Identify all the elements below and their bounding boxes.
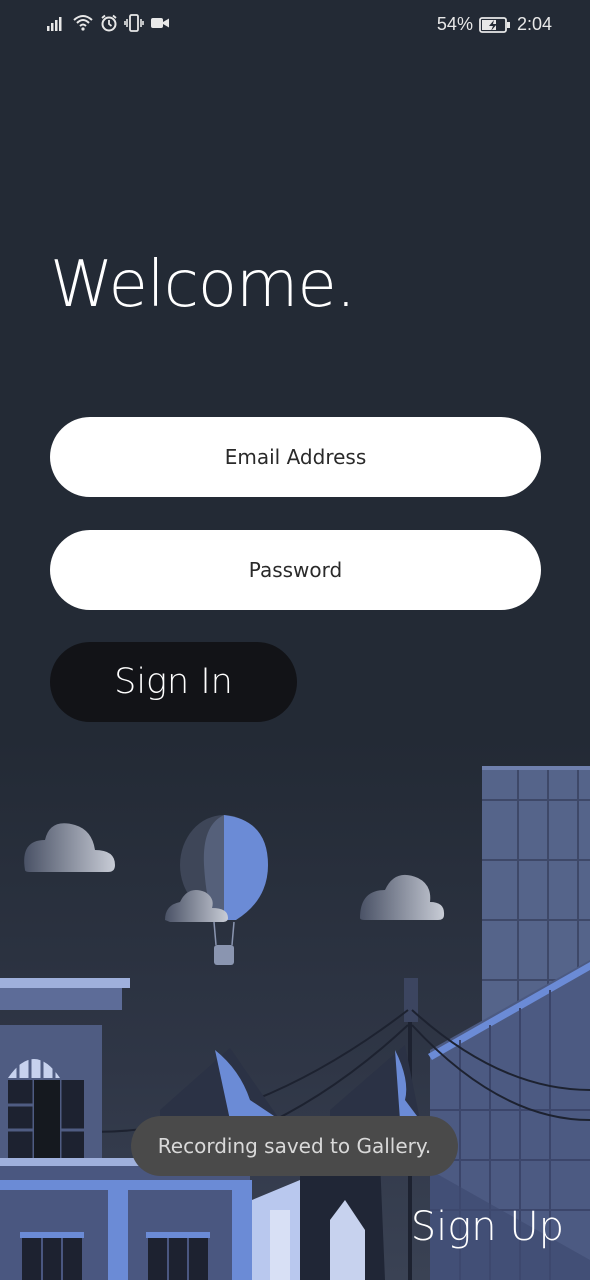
- battery-charging-icon: [479, 16, 511, 34]
- city-illustration: [0, 740, 590, 1280]
- signal-icon: [46, 14, 66, 32]
- toast-message: Recording saved to Gallery.: [131, 1116, 458, 1176]
- battery-percent: 54%: [436, 14, 473, 34]
- wifi-icon: [72, 14, 94, 32]
- street-buildings: [0, 1158, 385, 1280]
- sign-in-button[interactable]: Sign In: [50, 642, 297, 722]
- password-field[interactable]: [50, 530, 541, 610]
- status-icons-left: [46, 14, 170, 32]
- sign-up-link[interactable]: Sign Up: [411, 1204, 564, 1250]
- welcome-title: Welcome.: [50, 248, 356, 322]
- status-bar: 54% 2:04: [0, 0, 590, 50]
- vibrate-icon: [124, 14, 144, 32]
- status-icons-right: 54% 2:04: [437, 14, 552, 35]
- email-field[interactable]: [50, 417, 541, 497]
- alarm-icon: [100, 14, 118, 32]
- status-time: 2:04: [516, 14, 552, 34]
- screen-record-icon: [150, 14, 170, 32]
